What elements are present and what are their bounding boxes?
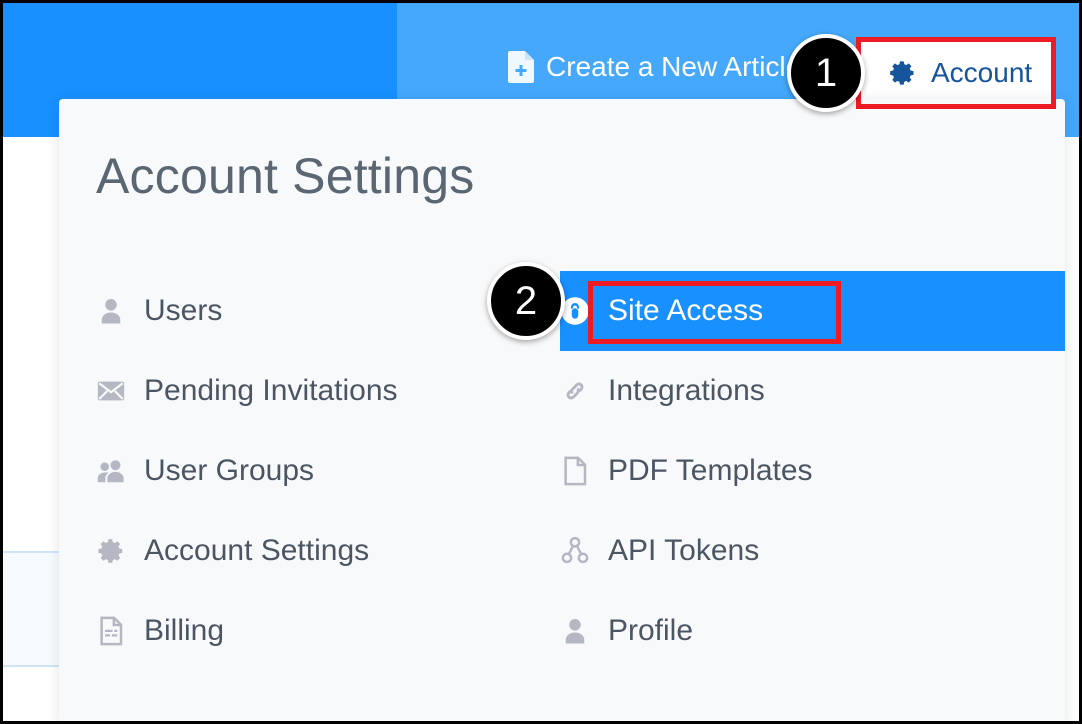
account-settings-dropdown: Account Settings Users Site Access Pendi… <box>59 99 1065 721</box>
annotation-box-site-access <box>588 281 841 344</box>
menu-item-label: Profile <box>608 614 694 647</box>
menu-item-label: Billing <box>144 614 225 647</box>
link-icon <box>560 376 590 406</box>
account-menu-grid: Users Site Access Pending Invitations In… <box>59 271 1065 671</box>
user-icon <box>96 296 126 326</box>
menu-row: Account Settings API Tokens <box>59 511 1065 591</box>
invoice-icon <box>100 616 123 646</box>
envelope-icon <box>96 376 126 406</box>
menu-item-label: Integrations <box>608 374 765 407</box>
annotation-box-account-button <box>856 37 1056 109</box>
nodes-icon <box>561 536 589 564</box>
menu-item-label: API Tokens <box>608 534 760 567</box>
menu-item-user-groups[interactable]: User Groups <box>96 431 314 511</box>
annotation-badge-2: 2 <box>487 262 565 340</box>
annotation-badge-number: 2 <box>514 278 538 323</box>
menu-item-integrations[interactable]: Integrations <box>560 351 765 431</box>
dropdown-title: Account Settings <box>96 148 475 204</box>
menu-item-pending-invitations[interactable]: Pending Invitations <box>96 351 398 431</box>
menu-item-label: PDF Templates <box>608 454 813 487</box>
menu-item-profile[interactable]: Profile <box>560 591 693 671</box>
create-new-article-button[interactable]: Create a New Article <box>508 51 801 83</box>
menu-item-billing[interactable]: Billing <box>96 591 224 671</box>
menu-row: Pending Invitations Integrations <box>59 351 1065 431</box>
create-new-article-label: Create a New Article <box>546 51 802 82</box>
annotation-badge-1: 1 <box>787 34 865 112</box>
menu-row: Billing Profile <box>59 591 1065 671</box>
user-icon <box>560 616 590 646</box>
menu-item-label: User Groups <box>144 454 315 487</box>
menu-item-pdf-templates[interactable]: PDF Templates <box>560 431 813 511</box>
menu-row: User Groups PDF Templates <box>59 431 1065 511</box>
menu-item-users[interactable]: Users <box>96 271 222 351</box>
gear-icon <box>96 536 126 566</box>
menu-item-account-settings[interactable]: Account Settings <box>96 511 369 591</box>
menu-item-label: Account Settings <box>144 534 370 567</box>
users-group-icon <box>96 456 126 486</box>
annotation-badge-number: 1 <box>814 50 838 95</box>
screenshot-root: Create a New Article Account Account Set… <box>0 0 1082 724</box>
menu-item-label: Pending Invitations <box>144 374 398 407</box>
page-icon <box>564 456 587 486</box>
menu-item-api-tokens[interactable]: API Tokens <box>560 511 759 591</box>
new-document-icon <box>508 51 534 83</box>
menu-item-label: Users <box>144 294 223 327</box>
